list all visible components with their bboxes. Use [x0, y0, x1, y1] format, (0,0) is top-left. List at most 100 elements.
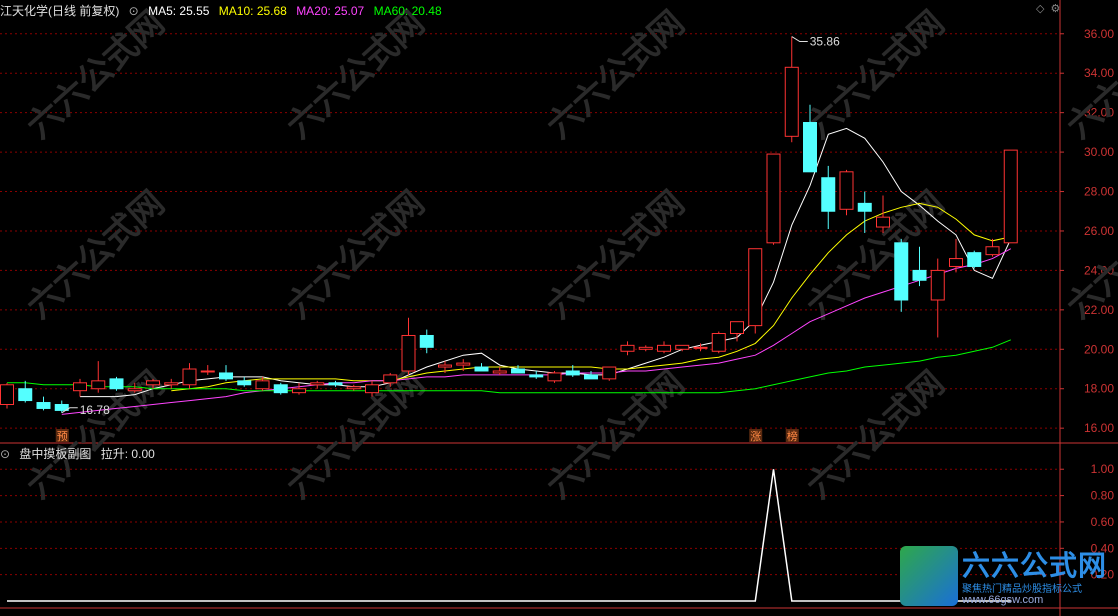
y-tick-label: 16.00: [1084, 421, 1114, 435]
candle-down: [273, 384, 288, 394]
watermark-text: 六六公式网: [799, 363, 952, 506]
ma60-label: MA60: 20.48: [373, 4, 442, 18]
candle-up: [638, 346, 653, 350]
candle-down: [328, 382, 343, 386]
candle-up: [1003, 149, 1018, 244]
collapse-icon[interactable]: ⊙: [0, 447, 10, 461]
high-pointer: [791, 36, 808, 43]
watermark-text: 六六公式网: [539, 363, 692, 506]
logo-url: www.66gsw.com: [962, 594, 1044, 606]
candle-down: [857, 202, 872, 212]
y-tick-label: 26.00: [1084, 224, 1114, 238]
candle-down: [36, 402, 51, 409]
settings-icon[interactable]: ⚙: [1050, 3, 1066, 15]
ma20-label: MA20: 25.07: [296, 4, 365, 18]
stock-title[interactable]: 江天化学(日线 前复权): [0, 4, 119, 18]
candle-up: [383, 374, 398, 384]
watermark-text: 六六公式网: [279, 183, 432, 326]
list-marker: 榜: [787, 429, 798, 443]
watermark-text: 六六公式网: [279, 3, 432, 146]
candle-down: [584, 374, 598, 380]
sub-y-tick-label: 0.60: [1091, 515, 1115, 529]
low-label: 16.78: [80, 403, 110, 417]
candle-up: [346, 386, 361, 390]
candle-up: [292, 388, 306, 394]
logo-title: 六六公式网: [962, 550, 1108, 581]
candle-up: [200, 370, 215, 373]
candle-up: [182, 368, 197, 386]
site-logo: 六六公式网 聚焦热门精品炒股指标公式 www.66gsw.com: [900, 544, 1112, 610]
candle-up: [949, 258, 963, 267]
diamond-icon[interactable]: ◇: [1036, 3, 1050, 15]
candle-up: [127, 388, 142, 392]
watermark-text: 六六公式网: [539, 183, 692, 326]
candle-down: [18, 388, 33, 402]
candle-up: [310, 382, 325, 386]
candle-up: [0, 384, 14, 406]
candle-down: [419, 334, 434, 348]
candle-up: [711, 333, 726, 352]
candle-up: [365, 384, 379, 394]
watermark-text: 六六公式网: [799, 3, 952, 146]
candle-up: [492, 370, 507, 374]
sub-title[interactable]: 盘中摸板副图: [19, 447, 91, 461]
candle-up: [784, 66, 799, 137]
candle-up: [730, 321, 744, 335]
candle-up: [985, 246, 1000, 256]
y-tick-label: 36.00: [1084, 27, 1114, 41]
stock-chart[interactable]: 16.0018.0020.0022.0024.0026.0028.0030.00…: [0, 0, 1118, 616]
candle-down: [912, 269, 927, 281]
candle-down: [474, 366, 489, 372]
forecast-marker: 预: [57, 430, 68, 443]
watermark-text: 六六公式网: [19, 183, 172, 326]
main-panel-header: 江天化学(日线 前复权) ⊙ MA5: 25.55 MA10: 25.68 MA…: [0, 2, 448, 20]
candle-down: [821, 177, 836, 212]
candle-down: [894, 242, 909, 301]
candle-up: [839, 171, 854, 210]
signal-line: [7, 469, 1011, 602]
candle-up: [675, 344, 690, 350]
candle-up: [620, 344, 635, 352]
y-tick-label: 18.00: [1084, 382, 1114, 396]
candle-down: [565, 370, 580, 376]
sub-y-tick-label: 1.00: [1091, 462, 1115, 476]
watermark-text: 六六公式网: [19, 3, 172, 146]
candle-down: [511, 368, 525, 374]
candle-up: [657, 344, 671, 352]
candle-down: [967, 252, 982, 267]
watermark-text: 六六公式网: [279, 363, 432, 506]
ma10-label: MA10: 25.68: [218, 4, 287, 18]
limit-up-marker: 涨: [750, 430, 761, 443]
logo-icon: [900, 546, 958, 606]
candle-down: [529, 374, 544, 378]
candle-up: [876, 216, 890, 228]
candle-up: [164, 382, 179, 386]
panel-corner-icons: ◇⚙: [1036, 2, 1066, 15]
candle-up: [766, 153, 781, 244]
watermark-text: 六六公式网: [1059, 183, 1118, 326]
candle-up: [748, 248, 763, 327]
y-tick-label: 20.00: [1084, 342, 1114, 356]
candle-up: [456, 362, 471, 366]
y-tick-label: 30.00: [1084, 145, 1114, 159]
sub-y-tick-label: 0.80: [1091, 489, 1115, 503]
watermark-text: 六六公式网: [539, 3, 692, 146]
candle-up: [602, 366, 617, 380]
sub-panel-header: ⊙ 盘中摸板副图 拉升: 0.00: [0, 445, 161, 463]
candle-up: [930, 269, 945, 301]
candle-up: [693, 346, 708, 349]
candle-down: [803, 122, 817, 173]
candle-down: [237, 380, 252, 386]
candle-up: [401, 334, 416, 372]
candle-up: [438, 364, 452, 368]
candle-up: [255, 380, 270, 390]
candle-up: [91, 380, 106, 390]
logo-tagline: 聚焦热门精品炒股指标公式: [962, 584, 1082, 595]
candle-down: [109, 378, 124, 390]
candle-up: [73, 382, 87, 392]
ma5-label: MA5: 25.55: [148, 4, 210, 18]
candle-up: [547, 372, 562, 382]
sub-value-label: 拉升: 0.00: [100, 447, 155, 461]
collapse-icon[interactable]: ⊙: [129, 4, 139, 18]
candle-up: [146, 380, 160, 386]
